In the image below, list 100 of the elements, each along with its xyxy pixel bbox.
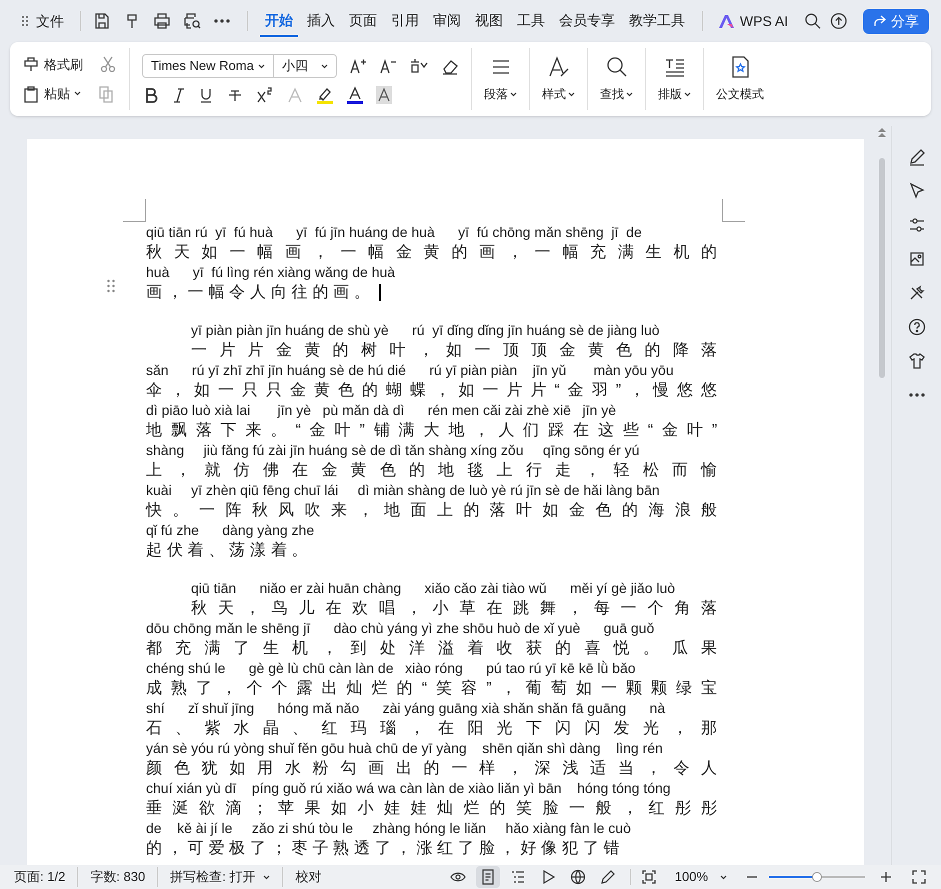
font-color-icon[interactable] xyxy=(346,86,364,104)
ribbon-tab[interactable]: 会员专享 xyxy=(554,6,620,36)
text-line: 成熟了，个个露出灿烂的“笑容”，葡萄如一颗颗绿宝 xyxy=(146,678,722,699)
caret-icon xyxy=(720,874,727,880)
pinyin-line: qiū tiān niǎo er zài huān chàng xiǎo cǎo zài tiào wǔ měi yí gè jiǎo luò xyxy=(190,579,676,598)
caret-icon xyxy=(568,92,575,96)
share-button[interactable]: 分享 xyxy=(863,8,930,34)
save-icon[interactable] xyxy=(92,12,111,30)
search-icon[interactable] xyxy=(604,55,628,79)
ribbon-tab[interactable]: 开始 xyxy=(260,6,298,36)
sliders-icon[interactable] xyxy=(908,216,926,234)
pinyin-line: yán sè yóu rú yòng shuǐ fěn gōu huà chū de yī yàng shēn qiǎn shì dàng lìng rén xyxy=(146,739,664,758)
pen-icon[interactable] xyxy=(908,148,926,166)
pinyin-line: kuài yī zhèn qiū fēng chuī lái dì miàn shàng de luò yè rú jīn sè de hǎi làng bān xyxy=(146,481,661,500)
text-line: 秋天，鸟儿在欢唱，小草在跳舞，每一个角落 xyxy=(191,598,722,619)
caret-icon xyxy=(626,92,633,96)
pinyin-line: sǎn rú yī zhī zhī jīn huáng sè de hú dié rú yī piàn piàn jīn yǔ màn yōu yōu xyxy=(146,361,675,380)
scrollbar-thumb[interactable] xyxy=(879,158,885,378)
text-line: 快。一阵秋风吹来，地面上的落叶如金色的海浪般 xyxy=(146,500,722,521)
text-line: 上，就仿佛在金黄色的地毯上行走，轻松而愉 xyxy=(146,460,722,481)
print-icon[interactable] xyxy=(152,12,171,30)
menu-icon[interactable] xyxy=(20,14,30,28)
globe-icon xyxy=(570,869,586,885)
page-view-icon xyxy=(480,869,496,885)
outline-list-icon xyxy=(510,869,526,885)
grow-font-icon[interactable] xyxy=(349,57,367,75)
format-painter-button[interactable]: 格式刷 xyxy=(22,54,83,74)
shrink-font-icon[interactable] xyxy=(379,57,397,75)
character-shading-icon[interactable] xyxy=(376,86,392,104)
text-line: 垂涎欲滴；苹果如小娃娃灿烂的笑脸一般，红彤彤 xyxy=(146,798,722,819)
pinyin-line: shí zǐ shuǐ jīng hóng mǎ nǎo zài yáng guāng xià shǎn shǎn fā guāng nà xyxy=(146,699,666,718)
styles-icon[interactable] xyxy=(546,55,570,79)
pinyin-line: huà yī fú lìng rén xiàng wǎng de huà xyxy=(146,263,396,282)
text-line: 起伏着、荡漾着。 xyxy=(146,540,312,561)
search-icon[interactable] xyxy=(804,12,822,30)
text-line: 的，可爱极了；枣子熟透了，涨红了脸，好像犯了错 xyxy=(146,838,624,859)
caret-icon xyxy=(263,874,270,880)
cloud-upload-icon[interactable] xyxy=(830,12,848,30)
slider-thumb[interactable] xyxy=(812,872,822,882)
highlight-icon[interactable] xyxy=(316,86,334,104)
paste-button[interactable]: 粘贴 xyxy=(22,84,81,104)
shirt-icon[interactable] xyxy=(908,352,926,370)
pinyin-line: chéng shú le gè gè lù chū càn làn de xiào róng pú tao rú yī kē kē lǜ bǎo xyxy=(146,659,637,678)
caret-icon xyxy=(510,92,517,96)
fullscreen-icon[interactable] xyxy=(911,869,927,885)
text-line: 一片片金黄的树叶，如一顶顶金黄色的降落 xyxy=(191,340,722,361)
pinyin-line: shàng jiù fǎng fú zài jīn huáng sè de dì tǎn shàng xíng zǒu qīng sōng ér yú xyxy=(146,441,640,460)
spell-check-toggle[interactable]: 拼写检查: 打开 xyxy=(158,867,284,887)
ai-button[interactable]: WPS AI xyxy=(714,10,792,32)
clipboard-icon[interactable] xyxy=(22,84,40,103)
margin-corner-mark xyxy=(722,199,745,222)
ai-logo-icon xyxy=(718,14,734,28)
ribbon-tab[interactable]: 引用 xyxy=(386,6,424,36)
text-line: 颜色犹如用水粉勾画出的一样，深浅适当，令人 xyxy=(146,758,722,779)
format-painter-icon[interactable] xyxy=(22,55,40,74)
find-button[interactable]: 查找 xyxy=(600,85,633,103)
pointer-icon[interactable] xyxy=(908,182,926,200)
text-line: 都充满了生机，到处洋溢着收获的喜悦。瓜果 xyxy=(146,638,722,659)
print-preview-icon[interactable] xyxy=(182,12,201,30)
margin-corner-mark xyxy=(123,199,146,222)
paragraph-button[interactable]: 段落 xyxy=(484,85,517,103)
official-document-mode-button[interactable]: 公文模式 xyxy=(716,85,764,103)
ribbon-tab[interactable]: 教学工具 xyxy=(624,6,690,36)
pinyin-line: de kě ài jí le zǎo zi shú tòu le zhàng hóng le liǎn hǎo xiàng fàn le cuò xyxy=(146,819,632,838)
pinyin-line: qǐ fú zhe dàng yàng zhe xyxy=(146,521,316,540)
fit-screen-icon[interactable] xyxy=(640,869,657,885)
scroll-up-icon[interactable] xyxy=(878,128,886,138)
proofread-button[interactable]: 校对 xyxy=(283,867,334,887)
zoom-select[interactable]: 100% xyxy=(662,867,739,887)
help-icon[interactable] xyxy=(908,318,926,336)
text-line: 秋天如一幅画，一幅金黄的画，一幅充满生机的 xyxy=(146,242,722,263)
file-menu[interactable]: 文件 xyxy=(12,6,72,36)
text-line: 伞，如一只只金黄色的蝴蝶，如一片片“金羽”，慢悠悠 xyxy=(146,380,722,401)
view-mode-button[interactable] xyxy=(476,866,500,888)
page-indicator: 页面: 1/2 xyxy=(14,867,78,887)
drag-handle-icon[interactable] xyxy=(107,279,115,293)
ribbon-tab[interactable]: 视图 xyxy=(470,6,508,36)
pen-icon xyxy=(600,869,616,885)
zoom-in-icon[interactable] xyxy=(879,870,893,884)
text-cursor xyxy=(378,284,381,301)
superscript-icon[interactable] xyxy=(256,86,274,104)
caret-icon xyxy=(684,92,691,96)
share-icon xyxy=(873,14,888,28)
caret-icon xyxy=(74,91,81,96)
pinyin-line: qiū tiān rú yī fú huà yī fú jīn huáng de huà yī fú chōng mǎn shēng jī de xyxy=(146,223,643,242)
underline-icon[interactable] xyxy=(198,86,214,104)
ribbon-tab[interactable]: 页面 xyxy=(344,6,382,36)
ribbon-tab[interactable]: 插入 xyxy=(302,6,340,36)
image-edit-icon[interactable] xyxy=(908,250,926,268)
pinyin-line: dōu chōng mǎn le shēng jī dào chù yáng yì zhe shōu huò de xǐ yuè guā guǒ xyxy=(146,619,656,638)
ribbon-tab[interactable]: 审阅 xyxy=(428,6,466,36)
text-line: 画，一幅令人向往的画。 xyxy=(146,283,375,303)
word-count: 字数: 830 xyxy=(78,867,158,887)
layout-button[interactable]: 排版 xyxy=(658,85,691,103)
ribbon-tab[interactable]: 工具 xyxy=(512,6,550,36)
text-line: 石、紫水晶、红玛瑙，在阳光下闪闪发光，那 xyxy=(146,718,722,739)
pinyin-line: dì piāo luò xià lai jīn yè pù mǎn dà dì rén men cǎi zài zhè xiē jīn yè xyxy=(146,401,618,420)
pinyin-line: yī piàn piàn jīn huáng de shù yè rú yī dǐng dǐng jīn huáng sè de jiàng luò xyxy=(190,321,661,340)
styles-button[interactable]: 样式 xyxy=(542,85,575,103)
text-line: 地飘落下来。“金叶”铺满大地，人们踩在这些“金叶” xyxy=(146,420,722,441)
